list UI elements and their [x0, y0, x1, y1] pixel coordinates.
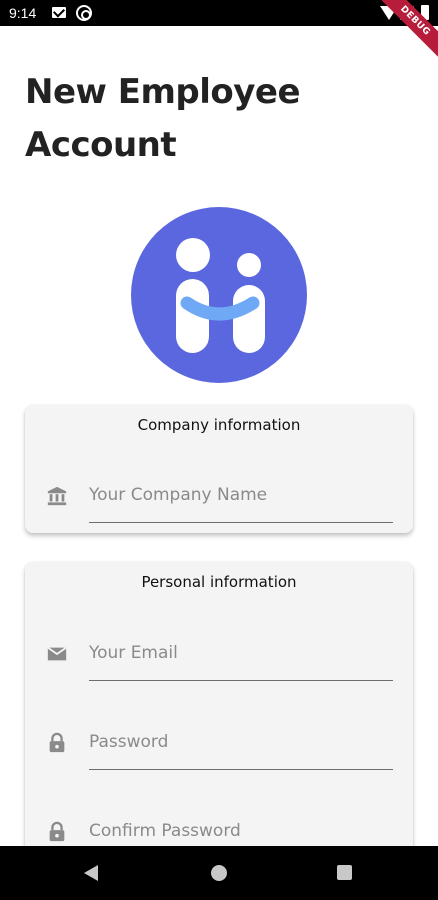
email-icon — [47, 646, 67, 661]
personal-information-title: Personal information — [141, 573, 297, 591]
mail-icon — [52, 7, 66, 18]
company-information-card: Company information — [25, 405, 413, 533]
sync-icon — [76, 5, 92, 21]
company-name-input[interactable] — [89, 477, 393, 513]
page-title: New Employee Account — [25, 72, 301, 165]
app-logo — [131, 207, 307, 383]
company-information-title: Company information — [137, 416, 301, 434]
home-button[interactable] — [211, 865, 227, 881]
input-underline — [89, 680, 393, 681]
company-name-field[interactable] — [25, 465, 413, 525]
logo-figures-icon — [176, 238, 265, 353]
password-field[interactable] — [25, 712, 413, 772]
status-bar: 9:14 — [0, 0, 438, 26]
input-underline — [89, 769, 393, 770]
navigation-bar — [0, 846, 438, 900]
recents-button[interactable] — [337, 865, 352, 880]
lock-icon — [49, 732, 65, 753]
password-input[interactable] — [89, 724, 393, 760]
confirm-password-input[interactable] — [89, 813, 393, 849]
back-button[interactable] — [84, 865, 98, 881]
status-time: 9:14 — [9, 5, 37, 21]
lock-icon — [49, 821, 65, 842]
input-underline — [89, 522, 393, 523]
email-input[interactable] — [89, 635, 393, 671]
personal-information-card: Personal information — [25, 562, 413, 882]
email-field[interactable] — [25, 623, 413, 683]
bank-icon — [47, 486, 67, 506]
